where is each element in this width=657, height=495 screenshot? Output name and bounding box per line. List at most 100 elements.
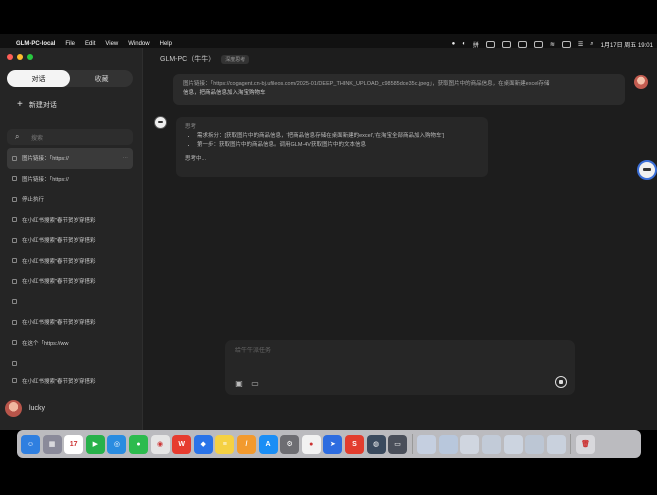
screen-icon[interactable]: ◍ [366, 434, 386, 454]
thinking-step: 需求拆分：[获取图片中的商品信息，'把商品信息存储在桌面新建的excel','在… [197, 132, 479, 141]
menu-app-name[interactable]: GLM-PC-local [16, 41, 55, 47]
tray-app-2-icon[interactable] [501, 40, 511, 48]
navigator-icon[interactable]: ➤ [323, 434, 343, 454]
wechat-icon[interactable]: ● [128, 434, 148, 454]
page-title: GLM-PC（牛牛） [160, 56, 216, 63]
image-upload-icon[interactable]: ▣ [234, 378, 244, 388]
wechat-tray-icon[interactable]: ◐ [462, 41, 466, 47]
user-avatar [634, 75, 648, 89]
dock-separator [411, 434, 413, 454]
appstore-icon[interactable]: A [258, 434, 278, 454]
more-icon[interactable]: ··· [123, 155, 129, 161]
finder-icon[interactable]: ☺ [21, 434, 40, 454]
safari-icon[interactable]: ◎ [107, 434, 127, 454]
record-icon[interactable]: ● [452, 41, 456, 47]
user-name: lucky [29, 405, 45, 412]
window-4-icon[interactable] [482, 434, 502, 454]
settings-icon[interactable]: ⚙ [280, 434, 300, 454]
menu-window[interactable]: Window [128, 41, 149, 47]
monitor-icon[interactable]: ▭ [388, 434, 408, 454]
history-item[interactable]: 在小红书搜索"春节贺岁穿搭彩 [7, 251, 133, 272]
tray-app-1-icon[interactable] [485, 40, 495, 48]
facetime-icon[interactable]: ▶ [85, 434, 105, 454]
dock: ☺ ▦ 17 ▶ ◎ ● ◉ W ◆ ≡ / A ⚙ ● ➤ S ◍ ▭ 🗑 [17, 430, 641, 458]
window-7-icon[interactable] [546, 434, 566, 454]
search-placeholder: 搜索 [31, 135, 44, 142]
sidebar-tabs: 对话 收藏 [7, 70, 133, 87]
search-icon: ⌕ [15, 132, 20, 141]
history-item[interactable]: 在小红书搜索"春节贺岁穿搭彩 [7, 271, 133, 292]
thinking-steps: 需求拆分：[获取图片中的商品信息，'把商品信息存储在桌面新建的excel','在… [185, 132, 479, 150]
close-window-button[interactable] [7, 54, 13, 60]
history-item[interactable] [7, 353, 133, 374]
pencil-icon[interactable]: / [236, 434, 256, 454]
menu-file[interactable]: File [65, 41, 75, 47]
history-item[interactable]: 在小红书搜索"春节贺岁穿搭彩 [7, 230, 133, 251]
dock-separator [570, 434, 572, 454]
launchpad-icon[interactable]: ▦ [42, 434, 62, 454]
task-input[interactable] [233, 347, 487, 355]
chat-icon [12, 378, 17, 383]
new-chat-button[interactable]: + 新建对话 [17, 99, 57, 110]
tab-chat[interactable]: 对话 [7, 70, 70, 87]
floating-assistant-icon[interactable] [637, 160, 657, 180]
chat-icon [12, 176, 17, 182]
window-2-icon[interactable] [438, 434, 458, 454]
menu-view[interactable]: View [105, 41, 118, 47]
composer: ▣ ▭ [225, 340, 575, 395]
app-window: 对话 收藏 + 新建对话 ⌕ 搜索 图片链接：「https://··· 图片链接… [0, 48, 657, 430]
mode-badge: 深度思考 [221, 54, 250, 64]
history-list: 图片链接：「https://··· 图片链接：「https:// 停止执行 在小… [7, 148, 133, 388]
window-3-icon[interactable] [460, 434, 480, 454]
glm-app-icon[interactable]: ● [301, 434, 321, 454]
chrome-icon[interactable]: ◉ [150, 434, 170, 454]
history-item[interactable]: 停止执行 [7, 189, 133, 210]
assistant-message: 思考 需求拆分：[获取图片中的商品信息，'把商品信息存储在桌面新建的excel'… [176, 117, 488, 177]
feishu-icon[interactable]: ◆ [193, 434, 213, 454]
zoom-window-button[interactable] [27, 54, 33, 60]
chat-icon [12, 237, 17, 243]
chat-icon [12, 360, 17, 366]
history-item[interactable]: 图片链接：「https:// [7, 169, 133, 190]
minimize-window-button[interactable] [17, 54, 23, 60]
wifi-icon[interactable]: ≋ [550, 41, 555, 48]
slides-icon[interactable]: S [344, 434, 364, 454]
window-1-icon[interactable] [417, 434, 437, 454]
tab-favorites[interactable]: 收藏 [70, 70, 133, 87]
chat-icon [12, 155, 17, 161]
stop-button[interactable] [555, 376, 567, 388]
window-6-icon[interactable] [525, 434, 545, 454]
chat-icon [12, 278, 17, 284]
menu-edit[interactable]: Edit [85, 41, 95, 47]
history-item[interactable]: 在小红书搜索"春节贺岁穿搭彩 [7, 312, 133, 333]
tray-app-3-icon[interactable] [517, 40, 527, 48]
history-item[interactable]: 在这个「https://ww [7, 333, 133, 354]
calendar-icon[interactable]: 17 [64, 434, 84, 454]
chat-icon [12, 340, 17, 346]
chat-icon [12, 196, 17, 202]
history-item[interactable]: 图片链接：「https://··· [7, 148, 133, 169]
notes-icon[interactable]: ≡ [215, 434, 235, 454]
plus-icon: + [17, 99, 23, 110]
history-item[interactable] [7, 292, 133, 313]
stop-icon [559, 380, 563, 384]
trash-icon[interactable]: 🗑 [576, 434, 596, 454]
wps-icon[interactable]: W [172, 434, 192, 454]
battery-icon[interactable] [561, 40, 571, 48]
search-box[interactable]: ⌕ 搜索 [7, 129, 133, 145]
chat-icon [12, 319, 17, 325]
user-profile[interactable]: lucky [5, 400, 45, 417]
menu-help[interactable]: Help [160, 41, 172, 47]
tray-app-4-icon[interactable] [533, 40, 543, 48]
chat-icon [12, 217, 17, 223]
folder-upload-icon[interactable]: ▭ [250, 378, 260, 388]
window-5-icon[interactable] [503, 434, 523, 454]
history-item[interactable]: 在小红书搜索"春节贺岁穿搭彩 [7, 374, 133, 388]
history-item[interactable]: 在小红书搜索"春节贺岁穿搭彩 [7, 210, 133, 231]
thinking-header: 思考 [185, 124, 197, 130]
control-center-icon[interactable]: ☰ [578, 41, 583, 48]
sidebar: 对话 收藏 + 新建对话 ⌕ 搜索 图片链接：「https://··· 图片链接… [0, 48, 143, 430]
new-chat-label: 新建对话 [28, 101, 57, 109]
chat-title-bar: GLM-PC（牛牛） 深度思考 [160, 54, 250, 64]
spotlight-icon[interactable]: ⌕ [590, 41, 593, 48]
